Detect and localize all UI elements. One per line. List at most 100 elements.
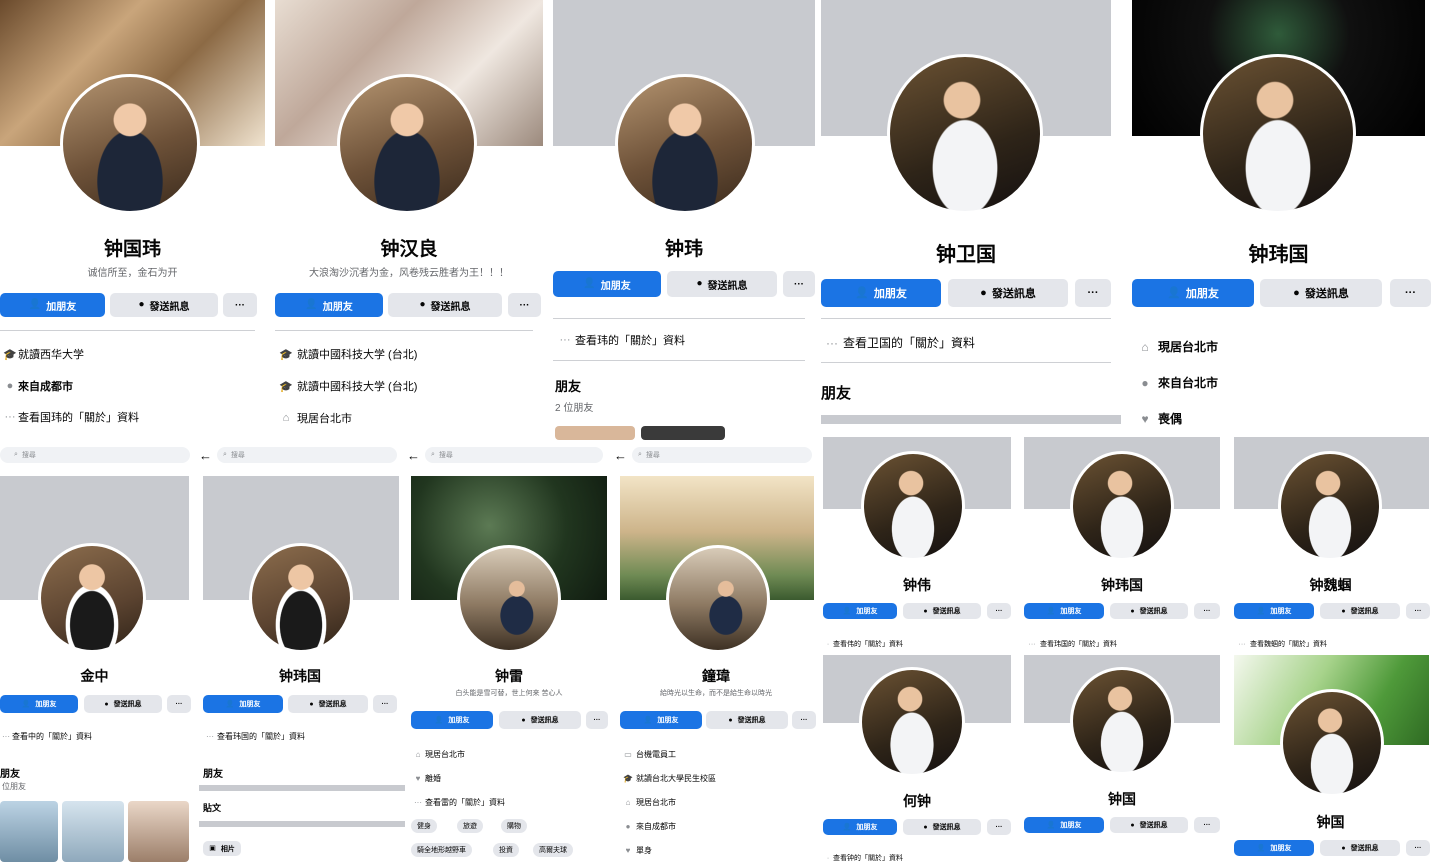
profile-name: 钟伟 <box>903 577 931 593</box>
info-relationship: ♥ 喪偶 <box>1132 410 1182 427</box>
info-about-link[interactable]: ··· 查看魏蝈的「關於」資料 <box>1234 639 1328 649</box>
more-button[interactable]: ··· <box>373 695 397 713</box>
more-button[interactable]: ··· <box>167 695 191 713</box>
more-button[interactable]: ··· <box>987 603 1011 619</box>
add-friend-button[interactable]: 👤 加朋友 <box>275 293 383 317</box>
more-button[interactable]: ··· <box>1194 603 1220 619</box>
more-button[interactable]: ··· <box>1406 603 1430 619</box>
send-message-button[interactable]: ● 發送訊息 <box>288 695 368 713</box>
more-button[interactable]: ··· <box>987 819 1011 835</box>
info-about-link[interactable]: ··· 查看玮国的「關於」資料 <box>1024 639 1118 649</box>
profile-avatar[interactable] <box>1200 54 1356 214</box>
info-about-link[interactable]: ··· 查看玮的「關於」資料 <box>555 332 686 348</box>
search-icon: ⌕ <box>431 451 435 458</box>
profile-avatar[interactable] <box>1070 667 1174 775</box>
send-message-button[interactable]: ● 發送訊息 <box>1110 603 1188 619</box>
profile-avatar[interactable] <box>38 543 146 653</box>
add-friend-button[interactable]: 👤 加朋友 <box>1132 279 1254 307</box>
search-input[interactable]: ⌕ 搜尋 <box>632 447 812 463</box>
profile-avatar[interactable] <box>337 74 477 214</box>
send-message-button[interactable]: ● 發送訊息 <box>499 711 581 729</box>
more-button[interactable]: ··· <box>792 711 816 729</box>
profile-avatar[interactable] <box>60 74 200 214</box>
profile-avatar[interactable] <box>1280 689 1384 797</box>
interest-chip[interactable]: 高爾夫球 <box>533 843 573 857</box>
friend-thumbnail[interactable] <box>641 426 725 440</box>
more-button[interactable]: ··· <box>783 271 815 297</box>
person-plus-icon: 👤 <box>21 700 31 708</box>
info-about-link[interactable]: ··· 查看卫国的「關於」資料 <box>821 334 975 351</box>
more-button[interactable]: ··· <box>1075 279 1111 307</box>
send-message-button[interactable]: ● 發送訊息 <box>903 603 981 619</box>
photos-button[interactable]: ▣ 相片 <box>203 841 241 856</box>
send-message-button[interactable]: ● 發送訊息 <box>1260 279 1382 307</box>
search-input[interactable]: ⌕ 搜尋 <box>217 447 397 463</box>
send-message-button[interactable]: ● 發送訊息 <box>110 293 218 317</box>
more-button[interactable]: ··· <box>223 293 257 317</box>
friend-thumbnail[interactable] <box>555 426 635 440</box>
more-button[interactable]: ··· <box>1406 840 1430 856</box>
info-about-link[interactable]: ··· 查看玮国的「關於」資料 <box>203 731 305 742</box>
add-friend-button[interactable]: 👤 加朋友 <box>620 711 702 729</box>
more-button[interactable]: ··· <box>1390 279 1431 307</box>
profile-avatar[interactable] <box>615 74 755 214</box>
send-message-button[interactable]: ● 發送訊息 <box>903 819 981 835</box>
back-arrow-icon[interactable]: ← <box>407 448 425 463</box>
friend-thumbnail[interactable] <box>128 801 189 862</box>
send-message-button[interactable]: ● 發送訊息 <box>667 271 777 297</box>
interest-chip[interactable]: 旅遊 <box>457 819 483 833</box>
info-about-link[interactable]: ··· 查看国玮的「關於」資料 <box>2 409 140 425</box>
send-message-button[interactable]: ● 發送訊息 <box>388 293 502 317</box>
profile-avatar[interactable] <box>1070 451 1174 561</box>
top-search-bar: ← ⌕ 搜尋 <box>199 447 405 463</box>
info-about-link[interactable]: ··· 查看中的「關於」資料 <box>0 731 92 742</box>
add-friend-button[interactable]: 👤 加朋友 <box>553 271 661 297</box>
profile-avatar[interactable] <box>859 667 965 777</box>
add-friend-button[interactable]: 👤 加朋友 <box>203 695 283 713</box>
info-about-link[interactable]: · 查看钟的「關於」資料 <box>823 853 903 862</box>
profile-avatar[interactable] <box>249 543 353 653</box>
add-friend-button[interactable]: 👤 加朋友 <box>0 293 105 317</box>
friend-thumbnail[interactable] <box>62 801 124 862</box>
send-message-button[interactable]: ● 發送訊息 <box>1320 603 1400 619</box>
profile-bio: 白头能是雪可替，世上何来 苦心人 <box>455 690 563 697</box>
profile-avatar[interactable] <box>666 545 770 653</box>
friend-thumbnail[interactable] <box>0 801 58 862</box>
interest-chip[interactable]: 騎全地形越野車 <box>411 843 472 857</box>
add-friend-button[interactable]: 👤 加朋友 <box>1024 603 1104 619</box>
add-friend-button[interactable]: 👤 加朋友 <box>0 695 78 713</box>
action-buttons: 👤 加朋友 ● 發送訊息 ··· <box>1234 840 1430 856</box>
search-input[interactable]: ⌕ 搜尋 <box>0 447 190 463</box>
profile-panel-3: 钟玮 👤 加朋友 ● 發送訊息 ··· ··· 查看玮的「關於」資料 朋友 2 位朋友 <box>553 0 815 440</box>
add-friend-button[interactable]: 👤 加朋友 <box>411 711 493 729</box>
interest-chip[interactable]: 投資 <box>493 843 519 857</box>
ellipsis-icon: · <box>826 640 830 648</box>
send-message-button[interactable]: ● 發送訊息 <box>948 279 1068 307</box>
divider <box>275 330 533 331</box>
send-message-button[interactable]: ● 發送訊息 <box>1110 817 1188 833</box>
add-friend-button[interactable]: 👤 加朋友 <box>1024 817 1104 833</box>
search-input[interactable]: ⌕ 搜尋 <box>425 447 603 463</box>
more-button[interactable]: ··· <box>586 711 608 729</box>
add-friend-button[interactable]: 👤 加朋友 <box>1234 840 1314 856</box>
send-message-button[interactable]: ● 發送訊息 <box>84 695 162 713</box>
back-arrow-icon[interactable]: ← <box>199 448 217 463</box>
profile-avatar[interactable] <box>457 545 561 653</box>
profile-avatar[interactable] <box>1278 451 1382 561</box>
profile-avatar[interactable] <box>887 54 1043 214</box>
more-button[interactable]: ··· <box>508 293 541 317</box>
back-arrow-icon[interactable]: ← <box>614 448 632 463</box>
add-friend-button[interactable]: 👤 加朋友 <box>1234 603 1314 619</box>
info-about-link[interactable]: ··· 查看雷的「關於」資料 <box>411 797 505 808</box>
profile-avatar[interactable] <box>861 451 965 561</box>
add-friend-button[interactable]: 👤 加朋友 <box>821 279 941 307</box>
send-message-button[interactable]: ● 發送訊息 <box>706 711 788 729</box>
info-about-link[interactable]: · 查看伟的「關於」資料 <box>823 639 903 649</box>
friends-count: 位朋友 <box>2 782 26 791</box>
more-button[interactable]: ··· <box>1194 817 1220 833</box>
interest-chip[interactable]: 健身 <box>411 819 437 833</box>
add-friend-button[interactable]: 👤 加朋友 <box>823 819 897 835</box>
interest-chip[interactable]: 購物 <box>501 819 527 833</box>
add-friend-button[interactable]: 👤 加朋友 <box>823 603 897 619</box>
send-message-button[interactable]: ● 發送訊息 <box>1320 840 1400 856</box>
